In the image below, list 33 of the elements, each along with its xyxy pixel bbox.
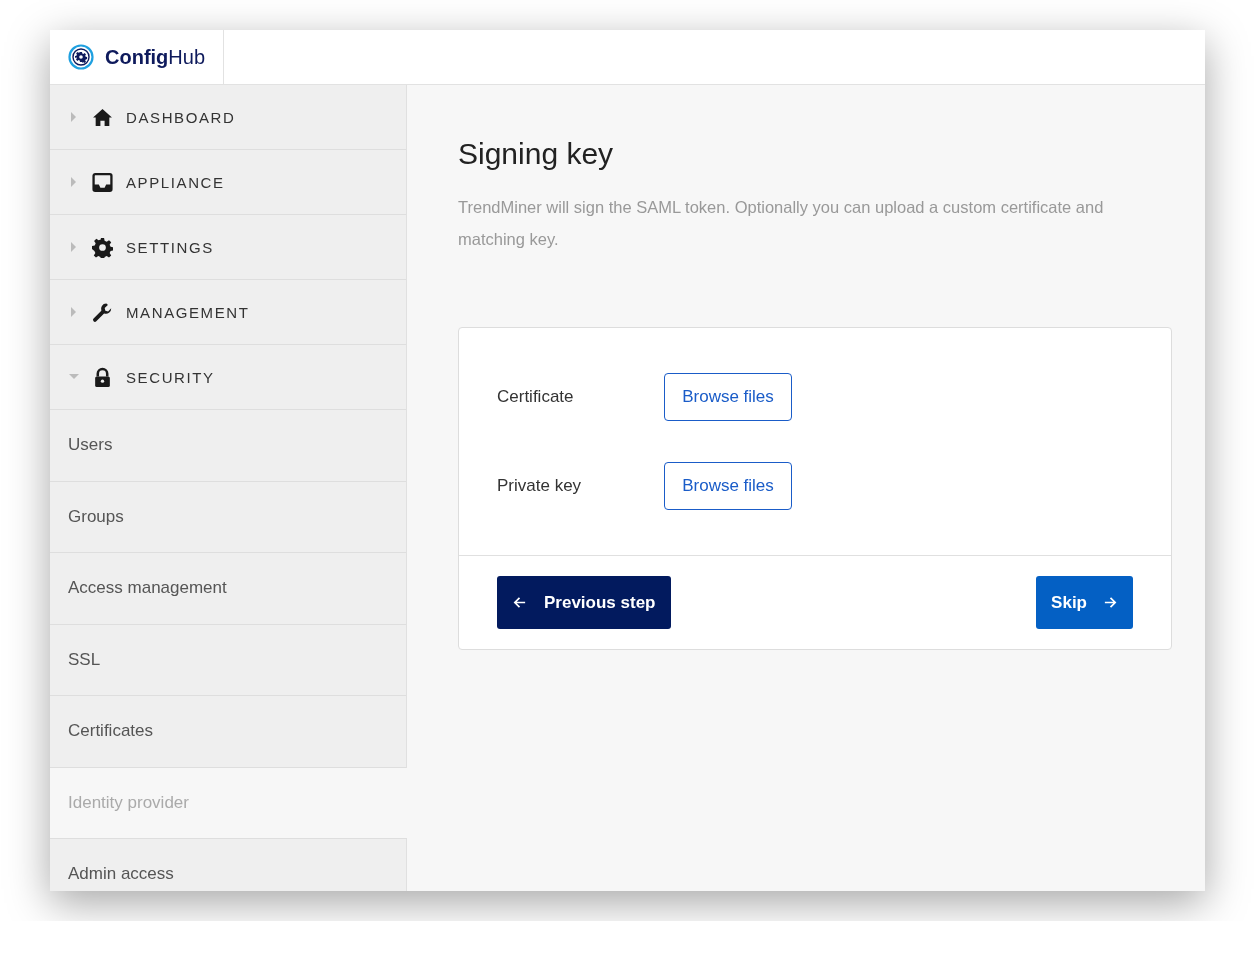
page-title: Signing key (458, 137, 615, 171)
lock-icon (92, 366, 113, 388)
home-icon (92, 106, 113, 128)
sidebar-section[interactable]: SETTINGS (50, 215, 406, 280)
arrow-left-icon (512, 595, 527, 610)
skip-button[interactable]: Skip (1036, 576, 1133, 629)
section-label: DASHBOARD (126, 108, 236, 126)
settings-icon (92, 236, 113, 258)
sidebar-item[interactable]: Access management (50, 553, 406, 625)
section-label: SETTINGS (126, 238, 214, 256)
field-label: Certificate (497, 387, 575, 407)
sidebar-item[interactable]: Groups (50, 481, 406, 553)
sidebar-section[interactable]: APPLIANCE (50, 150, 406, 215)
wrench-icon (92, 301, 113, 323)
section-label: APPLIANCE (126, 173, 225, 191)
browse-files-button[interactable]: Browse files (664, 462, 792, 510)
sidebar-section[interactable]: SECURITY (50, 345, 406, 410)
sidebar-item[interactable]: SSL (50, 624, 406, 696)
sidebar-item[interactable]: Users (50, 410, 406, 482)
previous-step-button[interactable]: Previous step (497, 576, 671, 629)
page-description: TrendMiner will sign the SAML token. Optionally you can upload a custom certificate and matching key. (458, 197, 1105, 250)
arrow-right-icon (1103, 595, 1118, 610)
tray-icon (92, 171, 113, 193)
logo-icon (68, 44, 94, 70)
sidebar-item[interactable]: Admin access (50, 839, 406, 891)
sidebar-item[interactable]: Certificates (50, 696, 406, 768)
browse-files-button[interactable]: Browse files (664, 373, 792, 421)
section-label: MANAGEMENT (126, 303, 250, 321)
field-label: Private key (497, 476, 583, 496)
section-label: SECURITY (126, 368, 215, 386)
sidebar-section[interactable]: DASHBOARD (50, 85, 406, 150)
app-name: ConfigHub (105, 45, 205, 69)
sidebar-section[interactable]: MANAGEMENT (50, 280, 406, 345)
